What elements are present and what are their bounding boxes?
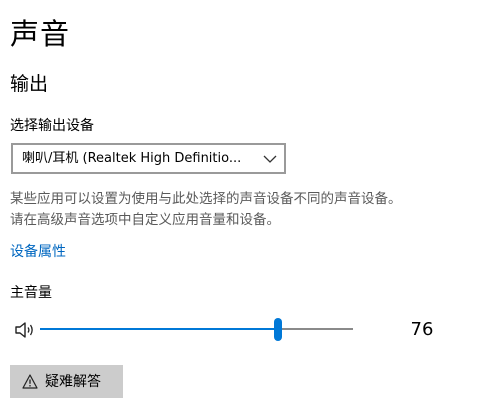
- master-volume-label: 主音量: [10, 285, 52, 301]
- output-device-value: 喇叭/耳机 (Realtek High Definitio...: [22, 150, 242, 166]
- description-line-1: 某些应用可以设置为使用与此处选择的声音设备不同的声音设备。: [10, 191, 402, 207]
- warning-icon: [22, 374, 38, 389]
- speaker-volume-icon[interactable]: [14, 320, 36, 340]
- chevron-down-icon: [263, 155, 277, 163]
- sound-settings-page: 声音 输出 选择输出设备 喇叭/耳机 (Realtek High Definit…: [0, 0, 499, 402]
- output-device-label: 选择输出设备: [10, 118, 94, 134]
- output-device-dropdown[interactable]: 喇叭/耳机 (Realtek High Definitio...: [11, 143, 286, 174]
- slider-thumb[interactable]: [274, 318, 282, 341]
- device-properties-link[interactable]: 设备属性: [10, 242, 66, 262]
- slider-fill: [40, 328, 278, 330]
- output-description: 某些应用可以设置为使用与此处选择的声音设备不同的声音设备。 请在高级声音选项中自…: [10, 189, 490, 231]
- description-line-2: 请在高级声音选项中自定义应用音量和设备。: [10, 212, 280, 228]
- master-volume-value: 76: [410, 319, 434, 340]
- output-section-title: 输出: [10, 73, 49, 95]
- troubleshoot-label: 疑难解答: [45, 373, 101, 390]
- troubleshoot-button[interactable]: 疑难解答: [10, 365, 123, 398]
- page-title: 声音: [10, 17, 71, 51]
- master-volume-slider[interactable]: [40, 317, 353, 343]
